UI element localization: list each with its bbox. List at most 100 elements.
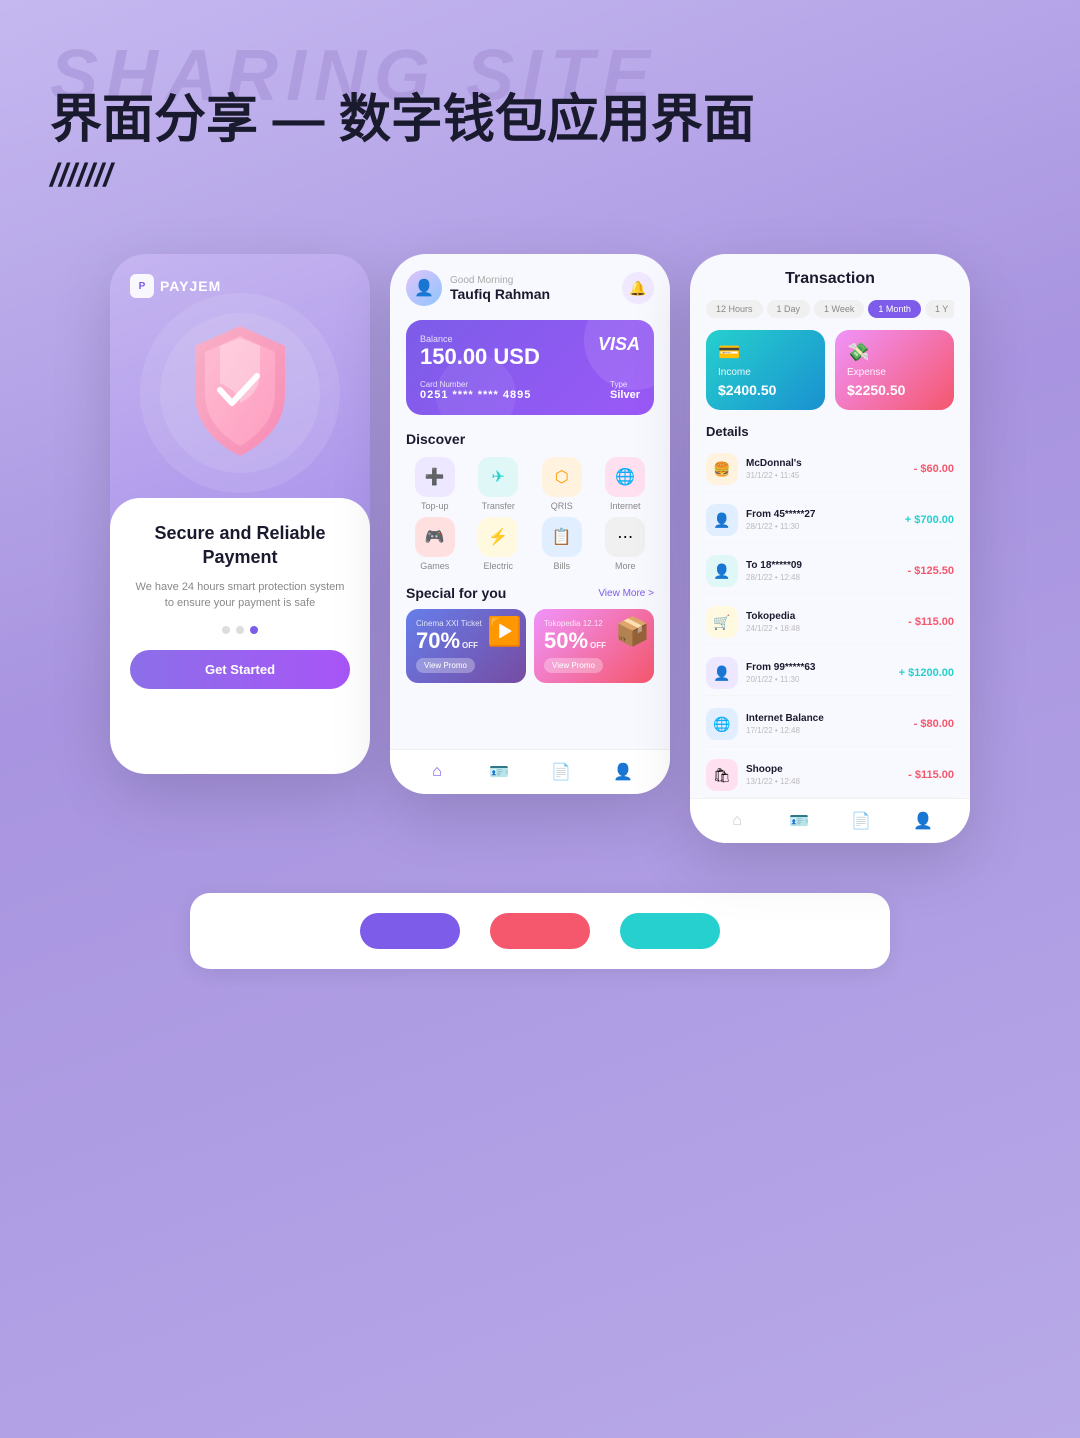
- filter-1month[interactable]: 1 Month: [868, 300, 921, 318]
- slash-decoration: ///////: [50, 157, 1030, 194]
- txn-from99-name: From 99*****63: [746, 662, 815, 673]
- time-filter-row: 12 Hours 1 Day 1 Week 1 Month 1 Y: [706, 300, 954, 318]
- phone-onboarding: P PAYJEM: [110, 254, 370, 774]
- payjem-logo-text: PAYJEM: [160, 278, 221, 294]
- qris-label: QRIS: [551, 501, 573, 511]
- txn-from45-info: From 45*****27 28/1/22 • 11:30: [746, 509, 815, 531]
- expense-icon: 💸: [847, 342, 942, 363]
- discover-item-bills[interactable]: 📋 Bills: [533, 517, 591, 571]
- filter-1week[interactable]: 1 Week: [814, 300, 864, 318]
- txn-tokopedia-name: Tokopedia: [746, 611, 800, 622]
- notification-bell[interactable]: 🔔: [622, 272, 654, 304]
- expense-label: Expense: [847, 367, 942, 378]
- promo-cinema-emoji: ▶️: [487, 615, 522, 648]
- bills-icon: 📋: [542, 517, 582, 557]
- filter-1year[interactable]: 1 Y: [925, 300, 954, 318]
- dot-3-active: [250, 626, 258, 634]
- phone1-bottom: Secure and Reliable Payment We have 24 h…: [110, 498, 370, 774]
- internet-icon: 🌐: [605, 457, 645, 497]
- phone3-content: Transaction 12 Hours 1 Day 1 Week 1 Mont…: [690, 254, 970, 798]
- txn-from99: 👤 From 99*****63 20/1/22 • 11:30 + $1200…: [706, 651, 954, 696]
- games-label: Games: [420, 561, 449, 571]
- nav-card-icon[interactable]: 🪪: [487, 760, 511, 784]
- nav-receipt-icon[interactable]: 📄: [549, 760, 573, 784]
- discover-item-internet[interactable]: 🌐 Internet: [597, 457, 655, 511]
- discover-title: Discover: [406, 431, 654, 447]
- income-expense-row: 💳 Income $2400.50 💸 Expense $2250.50: [706, 330, 954, 410]
- nav-profile-icon[interactable]: 👤: [611, 760, 635, 784]
- avatar-name-group: 👤 Good Morning Taufiq Rahman: [406, 270, 550, 306]
- phone-transaction: Transaction 12 Hours 1 Day 1 Week 1 Mont…: [690, 254, 970, 843]
- income-label: Income: [718, 367, 813, 378]
- txn-shoope-name: Shoope: [746, 764, 800, 775]
- greeting-row: 👤 Good Morning Taufiq Rahman 🔔: [406, 270, 654, 306]
- shield-bg-circles: [140, 293, 340, 493]
- card-bottom-row: Card Number 0251 **** **** 4895 Type Sil…: [420, 380, 640, 401]
- txn-from45: 👤 From 45*****27 28/1/22 • 11:30 + $700.…: [706, 498, 954, 543]
- payjem-logo-icon: P: [130, 274, 154, 298]
- filter-1day[interactable]: 1 Day: [767, 300, 811, 318]
- topup-label: Top-up: [421, 501, 449, 511]
- user-avatar: 👤: [406, 270, 442, 306]
- txn-mcdonalds: 🍔 McDonnal's 31/1/22 • 11:45 - $60.00: [706, 447, 954, 492]
- bills-label: Bills: [553, 561, 570, 571]
- palette-swatch-teal: [620, 913, 720, 949]
- txn-from45-icon: 👤: [706, 504, 738, 536]
- dot-2: [236, 626, 244, 634]
- discover-item-qris[interactable]: ⬡ QRIS: [533, 457, 591, 511]
- promo-tokopedia-btn[interactable]: View Promo: [544, 658, 603, 673]
- balance-label: Balance: [420, 334, 540, 344]
- txn-mcdonalds-left: 🍔 McDonnal's 31/1/22 • 11:45: [706, 453, 802, 485]
- balance-amount: 150.00 USD: [420, 344, 540, 370]
- discover-item-more[interactable]: ⋯ More: [597, 517, 655, 571]
- txn-tokopedia: 🛒 Tokopedia 24/1/22 • 18:48 - $115.00: [706, 600, 954, 645]
- transaction-list: 🍔 McDonnal's 31/1/22 • 11:45 - $60.00 👤: [706, 447, 954, 798]
- promo-tokopedia[interactable]: Tokopedia 12.12 50% OFF View Promo 📦: [534, 609, 654, 683]
- special-header: Special for you View More >: [406, 585, 654, 601]
- palette-swatch-purple: [360, 913, 460, 949]
- filter-12hours[interactable]: 12 Hours: [706, 300, 763, 318]
- transfer-icon: ✈: [478, 457, 518, 497]
- txn-to18: 👤 To 18*****09 28/1/22 • 12:48 - $125.50: [706, 549, 954, 594]
- phone1-header: P PAYJEM: [110, 254, 370, 298]
- txn-to18-name: To 18*****09: [746, 560, 802, 571]
- expense-amount: $2250.50: [847, 382, 942, 398]
- phone3-nav-profile[interactable]: 👤: [911, 809, 935, 833]
- discover-item-electric[interactable]: ⚡ Electric: [470, 517, 528, 571]
- get-started-button[interactable]: Get Started: [130, 650, 350, 689]
- electric-icon: ⚡: [478, 517, 518, 557]
- txn-mcdonalds-info: McDonnal's 31/1/22 • 11:45: [746, 458, 802, 480]
- txn-mcdonalds-date: 31/1/22 • 11:45: [746, 471, 802, 480]
- color-palette-section: [190, 893, 890, 969]
- more-icon: ⋯: [605, 517, 645, 557]
- phone3-nav-home[interactable]: ⌂: [725, 809, 749, 833]
- txn-tokopedia-left: 🛒 Tokopedia 24/1/22 • 18:48: [706, 606, 800, 638]
- promo-cards: Cinema XXI Ticket 70% OFF View Promo ▶️ …: [406, 609, 654, 683]
- header-area: SHARING SITE 界面分享 — 数字钱包应用界面 ///////: [50, 40, 1030, 194]
- txn-shoope: 🛍 Shoope 13/1/22 • 12:48 - $115.00: [706, 753, 954, 798]
- electric-label: Electric: [483, 561, 513, 571]
- txn-from45-name: From 45*****27: [746, 509, 815, 520]
- discover-item-transfer[interactable]: ✈ Transfer: [470, 457, 528, 511]
- onboarding-description: We have 24 hours smart protection system…: [130, 579, 350, 612]
- view-more-link[interactable]: View More >: [598, 588, 654, 599]
- transaction-title: Transaction: [706, 270, 954, 288]
- txn-from99-left: 👤 From 99*****63 20/1/22 • 11:30: [706, 657, 815, 689]
- txn-internet-amount: - $80.00: [914, 718, 954, 730]
- txn-from99-date: 20/1/22 • 11:30: [746, 675, 815, 684]
- txn-internet-left: 🌐 Internet Balance 17/1/22 • 12:48: [706, 708, 824, 740]
- phone3-nav-txn[interactable]: 📄: [849, 809, 873, 833]
- txn-from45-left: 👤 From 45*****27 28/1/22 • 11:30: [706, 504, 815, 536]
- card-balance-info: Balance 150.00 USD: [420, 334, 540, 370]
- discover-item-games[interactable]: 🎮 Games: [406, 517, 464, 571]
- discover-grid: ➕ Top-up ✈ Transfer ⬡ QRIS 🌐 Internet: [406, 457, 654, 571]
- discover-item-topup[interactable]: ➕ Top-up: [406, 457, 464, 511]
- phone3-nav-card[interactable]: 🪪: [787, 809, 811, 833]
- txn-from99-icon: 👤: [706, 657, 738, 689]
- visa-logo: VISA: [598, 334, 640, 355]
- main-title: 界面分享 — 数字钱包应用界面: [50, 92, 1030, 149]
- promo-cinema-btn[interactable]: View Promo: [416, 658, 475, 673]
- promo-cinema[interactable]: Cinema XXI Ticket 70% OFF View Promo ▶️: [406, 609, 526, 683]
- nav-home-icon[interactable]: ⌂: [425, 760, 449, 784]
- palette-swatch-pink: [490, 913, 590, 949]
